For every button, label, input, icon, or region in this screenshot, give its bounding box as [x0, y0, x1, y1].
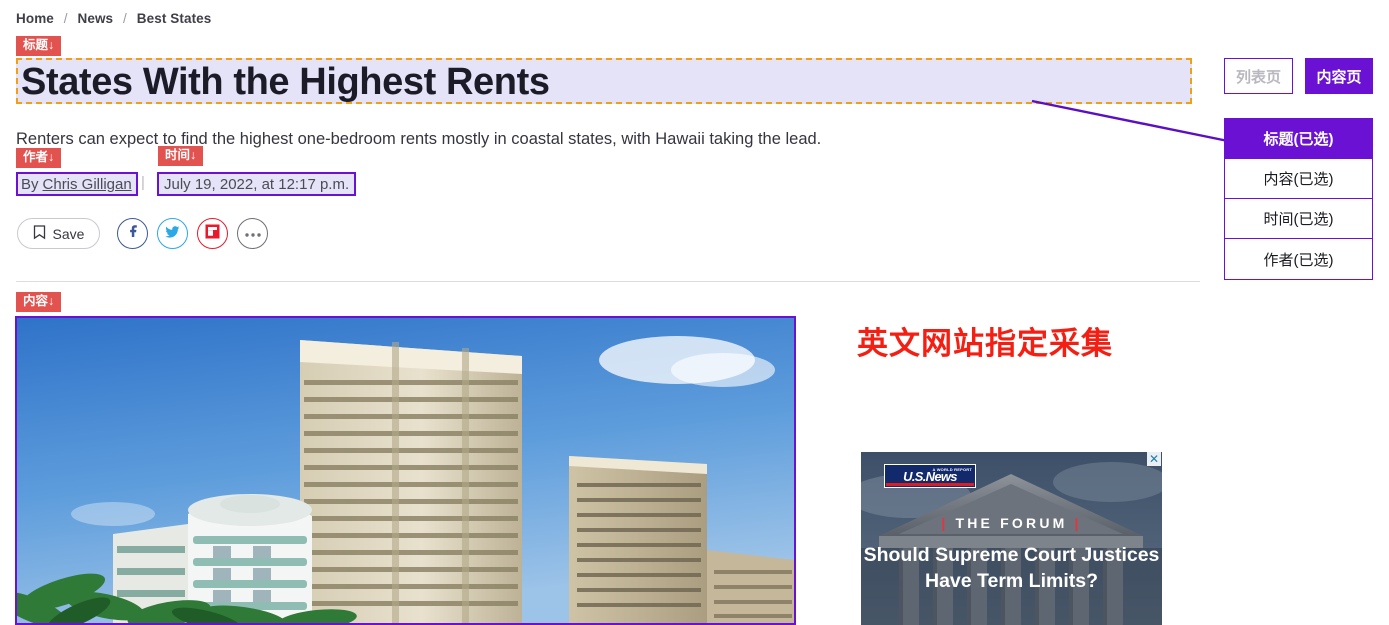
save-button-label: Save	[52, 225, 85, 242]
article-image-selection[interactable]	[15, 316, 796, 625]
us-news-logo-bar	[886, 483, 974, 486]
byline-prefix: By	[21, 176, 39, 193]
collection-banner-text: 英文网站指定采集	[857, 326, 1113, 361]
annotation-tag-title: 标题↓	[16, 36, 62, 57]
byline-timestamp-selection[interactable]: July 19, 2022, at 12:17 p.m.	[157, 172, 357, 196]
bookmark-icon	[33, 224, 46, 243]
page-title: States With the Highest Rents	[21, 60, 550, 103]
article-photo	[17, 318, 794, 623]
save-button[interactable]: Save	[17, 218, 100, 249]
breadcrumb-item-best-states[interactable]: Best States	[137, 11, 212, 26]
breadcrumb: Home / News / Best States	[16, 11, 211, 26]
annotation-tag-author: 作者↓	[16, 148, 62, 169]
breadcrumb-item-home[interactable]: Home	[16, 11, 54, 26]
panel-item-content[interactable]: 内容(已选)	[1225, 159, 1372, 199]
field-selection-panel: 标题(已选) 内容(已选) 时间(已选) 作者(已选)	[1224, 118, 1373, 280]
panel-item-author[interactable]: 作者(已选)	[1225, 239, 1372, 279]
panel-item-title[interactable]: 标题(已选)	[1225, 119, 1372, 159]
us-news-logo-tagline: A WORLD REPORT	[932, 467, 972, 472]
ad-kicker-label: THE FORUM	[955, 515, 1068, 531]
breadcrumb-separator: /	[123, 11, 127, 26]
flipboard-share-button[interactable]	[197, 218, 228, 249]
annotation-tag-time: 时间↓	[158, 146, 204, 167]
breadcrumb-separator: /	[63, 11, 68, 26]
byline-author-selection[interactable]: By Chris Gilligan	[16, 172, 138, 196]
kicker-tick-left: |	[941, 515, 949, 531]
section-divider	[16, 281, 1200, 282]
breadcrumb-item-news[interactable]: News	[78, 11, 114, 26]
ad-close-icon[interactable]: ✕	[1147, 452, 1161, 466]
us-news-logo: U.S.News A WORLD REPORT	[884, 464, 976, 488]
facebook-icon	[124, 222, 142, 245]
author-link[interactable]: Chris Gilligan	[43, 176, 132, 193]
ad-headline: Should Supreme Court Justices Have Term …	[863, 544, 1160, 592]
twitter-share-button[interactable]	[157, 218, 188, 249]
facebook-share-button[interactable]	[117, 218, 148, 249]
more-dots-icon	[244, 225, 262, 243]
ad-kicker: | THE FORUM |	[861, 515, 1162, 531]
annotation-tag-content: 内容↓	[16, 292, 62, 313]
article-dek: Renters can expect to find the highest o…	[16, 130, 822, 148]
tab-list-page[interactable]: 列表页	[1224, 58, 1293, 94]
byline-separator: |	[141, 174, 145, 191]
twitter-icon	[163, 222, 182, 246]
kicker-tick-right: |	[1074, 515, 1082, 531]
tab-detail-page[interactable]: 内容页	[1305, 58, 1373, 94]
flipboard-icon	[204, 223, 221, 245]
more-options-button[interactable]	[237, 218, 268, 249]
panel-item-time[interactable]: 时间(已选)	[1225, 199, 1372, 239]
